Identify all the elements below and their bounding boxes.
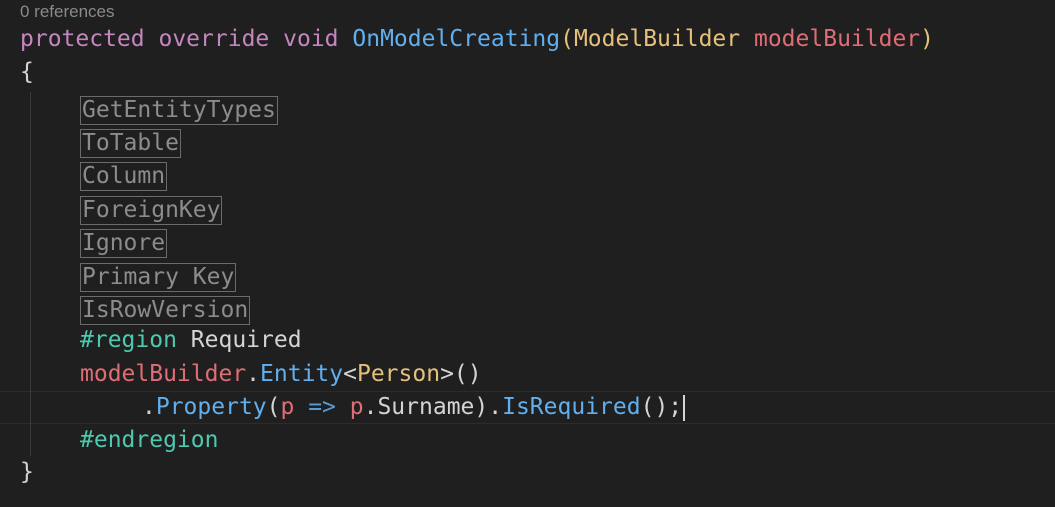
collapsed-region-column[interactable]: Column <box>80 162 168 191</box>
open-paren: ( <box>266 394 281 420</box>
param-type: ModelBuilder <box>573 26 741 52</box>
collapsed-region-primarykey[interactable]: Primary Key <box>80 263 237 292</box>
collapsed-region-line[interactable]: IsRowVersion <box>80 294 251 327</box>
region-keyword: #region <box>80 327 177 353</box>
isrequired-method: IsRequired <box>502 394 641 420</box>
collapsed-region-foreignkey[interactable]: ForeignKey <box>80 196 223 225</box>
property-method: Property <box>155 394 267 420</box>
modifier-override: override <box>158 26 270 52</box>
open-brace-line[interactable]: { <box>20 56 34 89</box>
collapsed-region-line[interactable]: Column <box>80 160 168 193</box>
text-cursor <box>683 394 686 421</box>
collapsed-region-totable[interactable]: ToTable <box>80 129 181 158</box>
generic-close-parens: >() <box>440 361 482 387</box>
close-paren: ) <box>474 394 489 420</box>
lambda-target: p <box>349 394 364 420</box>
collapsed-region-line[interactable]: ForeignKey <box>80 194 223 227</box>
close-paren: ) <box>920 26 935 52</box>
collapsed-region-isrowversion[interactable]: IsRowVersion <box>80 296 251 325</box>
model-builder-ref: modelBuilder <box>80 361 247 387</box>
open-paren: ( <box>560 26 574 52</box>
return-type: void <box>283 26 339 52</box>
endregion-keyword: #endregion <box>80 427 219 453</box>
param-name: modelBuilder <box>753 26 921 52</box>
collapsed-region-line[interactable]: ToTable <box>80 127 181 160</box>
property-call-line[interactable]: .Property(p => p.Surname).IsRequired(); <box>142 391 686 424</box>
region-start-line[interactable]: #region Required <box>80 324 302 357</box>
collapsed-region-gettypes[interactable]: GetEntityTypes <box>80 96 278 125</box>
surname-member: .Surname <box>363 394 475 420</box>
generic-type: Person <box>356 361 441 387</box>
call-end: (); <box>640 394 683 420</box>
open-brace: { <box>20 59 34 85</box>
method-name: OnModelCreating <box>352 26 561 52</box>
lambda-param: p <box>280 394 295 420</box>
entity-method: Entity <box>260 361 344 387</box>
lambda-arrow: => <box>294 394 350 420</box>
chain-dot: . <box>142 394 156 420</box>
collapsed-region-line[interactable]: Primary Key <box>80 261 237 294</box>
modifier-protected: protected <box>20 26 145 52</box>
entity-call-line[interactable]: modelBuilder.Entity<Person>() <box>80 358 482 391</box>
collapsed-region-ignore[interactable]: Ignore <box>80 229 168 258</box>
generic-open: < <box>343 361 357 387</box>
member-dot: . <box>246 361 261 387</box>
close-brace: } <box>20 459 34 485</box>
collapsed-region-line[interactable]: Ignore <box>80 227 168 260</box>
method-signature-line[interactable]: protected override void OnModelCreating(… <box>20 23 934 56</box>
close-brace-line[interactable]: } <box>20 456 34 489</box>
region-name: Required <box>190 327 302 353</box>
chain-dot-2: . <box>488 394 503 420</box>
codelens-references[interactable]: 0 references <box>20 1 115 23</box>
indent-guide <box>30 92 31 456</box>
collapsed-region-line[interactable]: GetEntityTypes <box>80 94 278 127</box>
code-editor[interactable]: 0 references protected override void OnM… <box>0 0 1055 507</box>
region-end-line[interactable]: #endregion <box>80 424 218 457</box>
